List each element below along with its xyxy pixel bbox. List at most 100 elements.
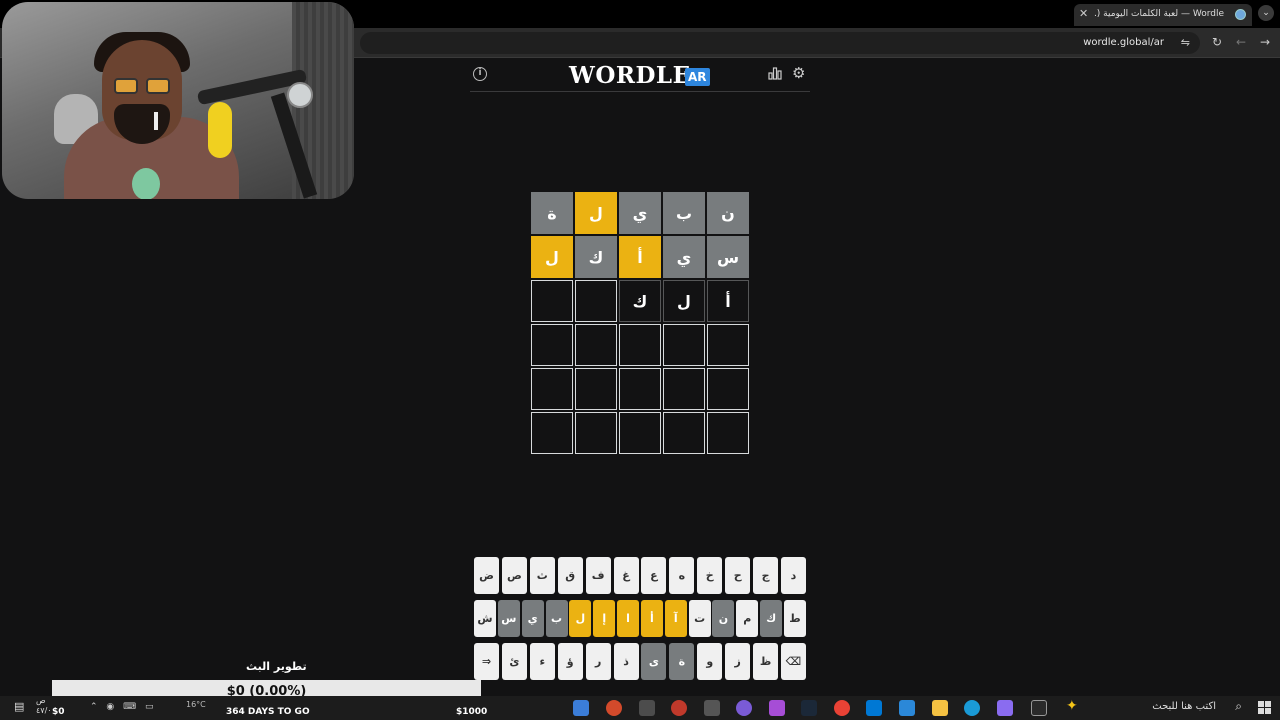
board-tile: أ [707,280,749,322]
reload-icon[interactable]: ↻ [1212,35,1222,49]
keyboard-key[interactable]: ج [753,557,779,594]
banana-prop [208,102,232,158]
copilot-icon[interactable] [997,700,1013,716]
board-tile [575,324,617,366]
keyboard-key[interactable]: ض [474,557,499,594]
goal-label: تطوير البث [246,660,307,673]
keyboard-key[interactable]: ط [783,600,806,637]
taskbar-search[interactable]: اكتب هنا للبحث ⌕ [1070,698,1250,718]
edge-icon[interactable] [964,700,980,716]
system-tray-icons[interactable]: ⌃ ◉ ⌨ ▭ [90,702,156,712]
keyboard-key[interactable]: ت [688,600,711,637]
keyboard-key[interactable]: أ [640,600,663,637]
keyboard-key[interactable]: ه [669,557,695,594]
tab-search-menu-icon[interactable]: ⌄ [1258,5,1274,21]
sunglasses [114,78,172,94]
keyboard-key[interactable]: ق [557,557,583,594]
board-tile [663,412,705,454]
windows-start-icon[interactable] [1258,701,1272,715]
steam-icon[interactable] [801,700,817,716]
task-view-icon[interactable] [1031,700,1047,716]
keyboard-key[interactable]: ب [545,600,568,637]
search-icon: ⌕ [1235,699,1242,713]
keyboard-key[interactable]: ظ [753,643,779,680]
board-row: سيأكل [531,236,749,278]
board-tile: ك [619,280,661,322]
board-tile [531,368,573,410]
board-row [531,412,749,454]
keyboard-key[interactable]: غ [613,557,639,594]
board-tile: ن [707,192,749,234]
keyboard-key[interactable]: إ [593,600,616,637]
app-icon-1[interactable] [573,700,589,716]
wordle-app-icon[interactable] [639,700,655,716]
keyboard-key[interactable]: ذ [613,643,639,680]
keyboard-key[interactable]: ا [617,600,640,637]
browser-tab[interactable]: ✕ Wordle — لعبة الكلمات اليومية (... [1074,4,1252,26]
app-icon-4[interactable] [704,700,720,716]
store-icon[interactable] [899,700,915,716]
keyboard-key[interactable]: ر [585,643,611,680]
board-tile: ي [663,236,705,278]
site-settings-icon[interactable]: ⇋ [1181,36,1190,49]
weather-widget[interactable]: 16°C [186,700,206,709]
board-tile [619,368,661,410]
help-icon[interactable]: i [473,67,487,81]
keyboard-key[interactable]: ف [585,557,611,594]
keyboard-key[interactable]: م [736,600,759,637]
board-tile [531,412,573,454]
windows-taskbar: ▤ ص ٤٧/٠٠ ⌃ ◉ ⌨ ▭ 16°C اكتب هنا للبحث ⌕ [0,696,1280,720]
keyboard-key[interactable]: ء [529,643,555,680]
tab-close-icon[interactable]: ✕ [1079,7,1088,20]
backspace-key[interactable]: ⌫ [780,643,806,680]
taskbar-search-placeholder: اكتب هنا للبحث [1152,701,1216,712]
url-field[interactable]: wordle.global/ar ⇋ [360,32,1200,54]
keyboard-key[interactable]: ث [529,557,555,594]
statistics-icon[interactable] [768,66,782,80]
keyboard-row: ⌫ ظ ز و ة ى ذ ر ؤ ء ئ ⇒ [474,643,806,680]
back-icon[interactable]: → [1260,35,1270,49]
app-icon-5[interactable] [736,700,752,716]
keyboard-key[interactable]: خ [697,557,723,594]
app-icon-3[interactable] [671,700,687,716]
keyboard-key[interactable]: ع [641,557,667,594]
board-row [531,368,749,410]
keyboard-key[interactable]: ح [725,557,751,594]
notification-icon[interactable]: ▤ [14,700,24,713]
wordle-header: i WORDLE AR ⚙ [470,60,810,92]
sparkle-icon[interactable]: ✦ [1066,698,1078,714]
keyboard-row: دجحخهعغفقثصض [474,557,806,594]
keyboard-key[interactable]: ة [669,643,695,680]
keyboard-key[interactable]: ش [474,600,496,637]
keyboard-key[interactable]: ئ [501,643,527,680]
keyboard-key[interactable]: ص [501,557,527,594]
app-icon-2[interactable] [606,700,622,716]
url-text: wordle.global/ar [1083,37,1164,48]
app-icon-6[interactable] [769,700,785,716]
microphone [287,82,313,108]
language-badge[interactable]: AR [685,68,710,86]
keyboard-key[interactable]: ى [641,643,667,680]
board-tile [575,412,617,454]
keyboard-key[interactable]: ي [521,600,544,637]
forward-icon[interactable]: ← [1236,35,1246,49]
keyboard-key[interactable]: ؤ [557,643,583,680]
keyboard-key[interactable]: ن [712,600,735,637]
keyboard-key[interactable]: ز [725,643,751,680]
keyboard-key[interactable]: آ [664,600,687,637]
keyboard-key[interactable]: ك [760,600,783,637]
keyboard-key[interactable]: و [697,643,723,680]
keyboard-key[interactable]: س [497,600,520,637]
keyboard-key[interactable]: د [780,557,806,594]
board-tile: ب [663,192,705,234]
board-tile [619,412,661,454]
enter-key[interactable]: ⇒ [474,643,499,680]
board-tile: ل [531,236,573,278]
settings-gear-icon[interactable]: ⚙ [792,64,805,82]
page-title: WORDLE [569,62,691,89]
file-explorer-icon[interactable] [932,700,948,716]
keyboard-key[interactable]: ل [569,600,592,637]
chrome-icon[interactable] [834,700,850,716]
outlook-icon[interactable] [866,700,882,716]
board-tile [575,368,617,410]
